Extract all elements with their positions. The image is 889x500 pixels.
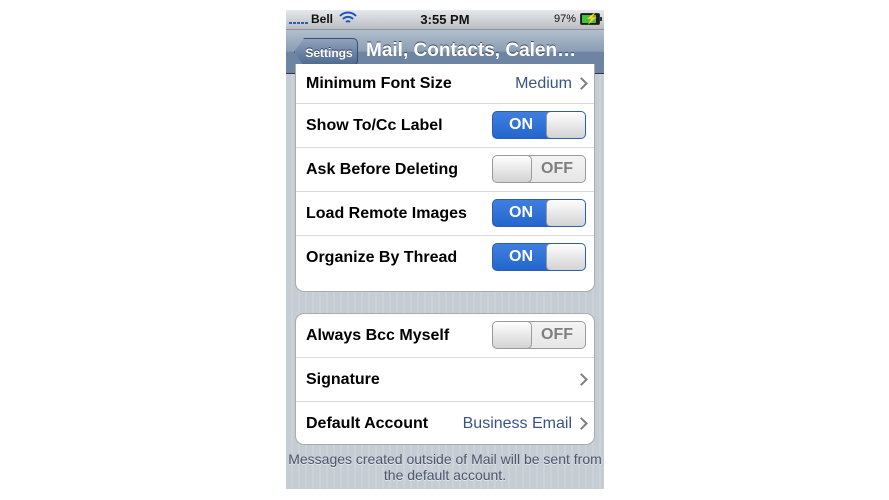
row-value: Business Email — [462, 415, 572, 432]
ask-before-deleting-toggle[interactable]: OFF — [492, 155, 586, 183]
toggle-knob — [546, 112, 585, 138]
load-remote-images-toggle[interactable]: ON — [492, 199, 586, 227]
row-minimum-font-size[interactable]: Minimum Font Size Medium — [296, 64, 594, 104]
phone-screen: Bell 3:55 PM 97% ⚡ Settings Mail, Contac… — [286, 10, 604, 489]
back-button-settings[interactable]: Settings — [294, 38, 358, 66]
row-label: Organize By Thread — [306, 249, 458, 266]
row-signature[interactable]: Signature — [296, 358, 594, 402]
organize-by-thread-toggle[interactable]: ON — [492, 243, 586, 271]
page-title: Mail, Contacts, Calen… — [366, 40, 577, 61]
battery-charging-icon: ⚡ — [580, 13, 602, 25]
row-show-to-cc-label: Show To/Cc Label ON — [296, 104, 594, 148]
toggle-state: OFF — [541, 160, 573, 177]
charging-bolt-icon: ⚡ — [585, 13, 599, 25]
row-label: Load Remote Images — [306, 204, 467, 222]
row-load-remote-images: Load Remote Images ON — [296, 192, 594, 236]
row-organize-by-thread: Organize By Thread ON — [296, 236, 594, 280]
toggle-state: ON — [509, 204, 533, 221]
row-always-bcc-myself: Always Bcc Myself OFF — [296, 314, 594, 358]
default-account-footnote: Messages created outside of Mail will be… — [288, 451, 602, 483]
row-label: Signature — [306, 370, 380, 388]
row-label: Minimum Font Size — [306, 74, 452, 92]
toggle-state: ON — [509, 248, 533, 265]
row-label: Ask Before Deleting — [306, 160, 459, 178]
settings-group-mail-account: Always Bcc Myself OFF Signature Default … — [295, 313, 595, 445]
row-ask-before-deleting: Ask Before Deleting OFF — [296, 148, 594, 192]
row-default-account[interactable]: Default Account Business Email — [296, 402, 594, 444]
row-value: Medium — [515, 74, 572, 92]
chevron-right-icon — [575, 76, 588, 90]
toggle-knob — [493, 156, 532, 182]
row-label: Always Bcc Myself — [306, 326, 450, 344]
toggle-knob — [546, 244, 585, 270]
toggle-state: OFF — [541, 326, 573, 343]
status-bar: Bell 3:55 PM 97% ⚡ — [286, 10, 604, 30]
row-label: Show To/Cc Label — [306, 116, 443, 134]
chevron-right-icon — [575, 372, 588, 386]
chevron-right-icon — [575, 417, 588, 430]
toggle-knob — [493, 322, 532, 348]
row-label: Default Account — [306, 415, 429, 432]
battery-percent: 97% — [553, 13, 576, 25]
settings-group-mail-display: Minimum Font Size Medium Show To/Cc Labe… — [295, 64, 595, 292]
show-to-cc-toggle[interactable]: ON — [492, 111, 586, 139]
toggle-state: ON — [509, 116, 533, 133]
toggle-knob — [546, 200, 585, 226]
always-bcc-myself-toggle[interactable]: OFF — [492, 321, 586, 349]
